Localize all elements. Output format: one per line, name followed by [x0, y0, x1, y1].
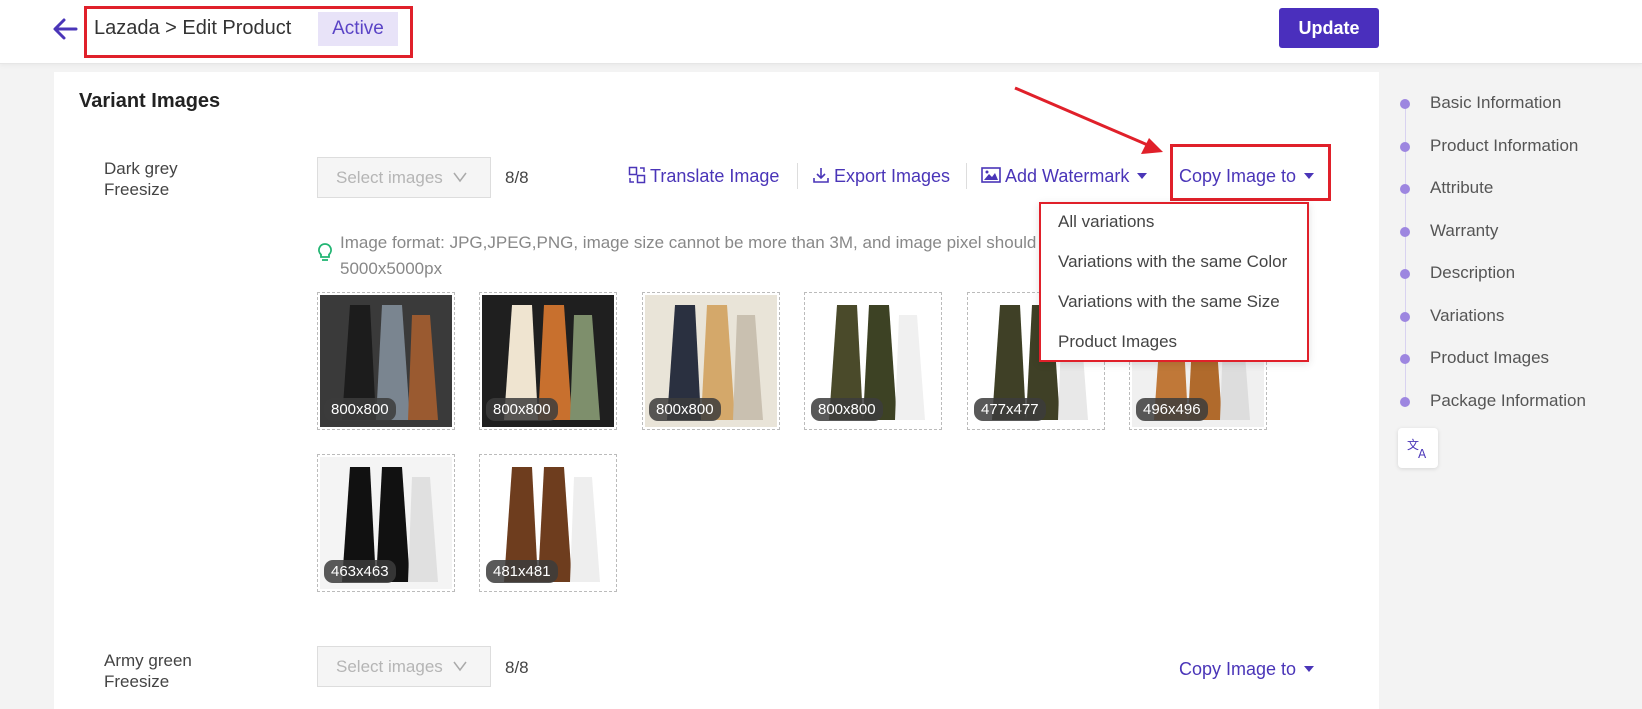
image-size-badge: 800x800 — [811, 398, 883, 421]
select-placeholder: Select images — [336, 657, 443, 676]
export-images-label: Export Images — [834, 166, 951, 186]
image-icon — [981, 167, 1001, 183]
caret-down-icon — [1304, 666, 1315, 672]
page-title: Lazada > Edit Product — [94, 17, 292, 39]
image-size-badge: 800x800 — [324, 398, 396, 421]
export-images-button[interactable]: Export Images — [812, 166, 950, 187]
nav-dot — [1400, 99, 1410, 109]
nav-item-label: Package Information — [1430, 391, 1586, 410]
copy-image-dropdown-menu: All variations Variations with the same … — [1039, 202, 1309, 362]
translate-image-label: Translate Image — [650, 166, 780, 186]
arrow-left-icon[interactable] — [50, 14, 80, 44]
nav-dot — [1400, 227, 1410, 237]
image-size-badge: 477x477 — [974, 398, 1046, 421]
nav-item-label: Basic Information — [1430, 93, 1562, 112]
copy-image-to-button[interactable]: Copy Image to — [1179, 659, 1315, 680]
dropdown-item-all-variations[interactable]: All variations — [1058, 212, 1154, 232]
image-count: 8/8 — [505, 658, 529, 677]
image-thumbnail[interactable]: 800x800 — [479, 292, 617, 430]
toolbar-divider — [966, 163, 967, 189]
toolbar-divider — [797, 163, 798, 189]
select-images-dropdown[interactable]: Select images — [317, 646, 491, 687]
copy-highlight-box — [1170, 144, 1331, 201]
image-size-badge: 481x481 — [486, 560, 558, 583]
image-thumbnail[interactable]: 463x463 — [317, 454, 455, 592]
variant-color: Dark grey — [104, 159, 178, 178]
variant-size: Freesize — [104, 672, 170, 691]
copy-image-label: Copy Image to — [1179, 659, 1297, 679]
add-watermark-label: Add Watermark — [1005, 166, 1130, 186]
nav-item-label: Product Information — [1430, 136, 1579, 155]
nav-item-label: Product Images — [1430, 348, 1550, 367]
page-header: Lazada > Edit Product Active Update — [0, 0, 1642, 64]
image-size-badge: 496x496 — [1136, 398, 1208, 421]
image-size-badge: 800x800 — [649, 398, 721, 421]
update-button[interactable]: Update — [1279, 8, 1379, 48]
nav-dot — [1400, 269, 1410, 279]
dropdown-item-product-images[interactable]: Product Images — [1058, 332, 1177, 352]
image-thumbnail[interactable]: 800x800 — [317, 292, 455, 430]
caret-down-icon — [1137, 173, 1148, 179]
select-placeholder: Select images — [336, 168, 443, 187]
translate-button[interactable]: 文 A — [1398, 428, 1438, 468]
image-format-hint: Image format: JPG,JPEG,PNG, image size c… — [340, 233, 1037, 278]
variant-color: Army green — [104, 651, 192, 670]
select-images-dropdown[interactable]: Select images — [317, 157, 491, 198]
variant-name: Dark grey Freesize — [104, 158, 178, 200]
translate-icon: 文 A — [1407, 437, 1427, 461]
nav-item-label: Description — [1430, 263, 1516, 282]
nav-dot — [1400, 312, 1410, 322]
translate-image-button[interactable]: Translate Image — [628, 166, 779, 187]
image-size-badge: 463x463 — [324, 560, 396, 583]
image-count: 8/8 — [505, 168, 529, 187]
variant-size: Freesize — [104, 180, 170, 199]
chevron-down-icon — [452, 158, 468, 211]
status-badge: Active — [318, 12, 398, 46]
variant-name: Army green Freesize — [104, 650, 192, 692]
nav-item-label: Attribute — [1430, 178, 1494, 197]
nav-dot — [1400, 184, 1410, 194]
bulb-icon — [318, 243, 332, 261]
nav-dot — [1400, 142, 1410, 152]
chevron-down-icon — [452, 647, 468, 700]
nav-dot — [1400, 354, 1410, 364]
add-watermark-button[interactable]: Add Watermark — [981, 166, 1148, 187]
dropdown-item-same-color[interactable]: Variations with the same Color — [1058, 252, 1287, 272]
translate-image-icon — [628, 166, 646, 184]
image-thumbnail[interactable]: 800x800 — [804, 292, 942, 430]
nav-item-label: Variations — [1430, 306, 1505, 325]
image-thumbnail[interactable]: 800x800 — [642, 292, 780, 430]
svg-text:A: A — [1418, 447, 1427, 461]
nav-item-label: Warranty — [1430, 221, 1499, 240]
dropdown-item-same-size[interactable]: Variations with the same Size — [1058, 292, 1280, 312]
section-title: Variant Images — [79, 90, 221, 112]
image-thumbnail[interactable]: 481x481 — [479, 454, 617, 592]
download-icon — [813, 168, 829, 183]
image-size-badge: 800x800 — [486, 398, 558, 421]
nav-dot — [1400, 397, 1410, 407]
